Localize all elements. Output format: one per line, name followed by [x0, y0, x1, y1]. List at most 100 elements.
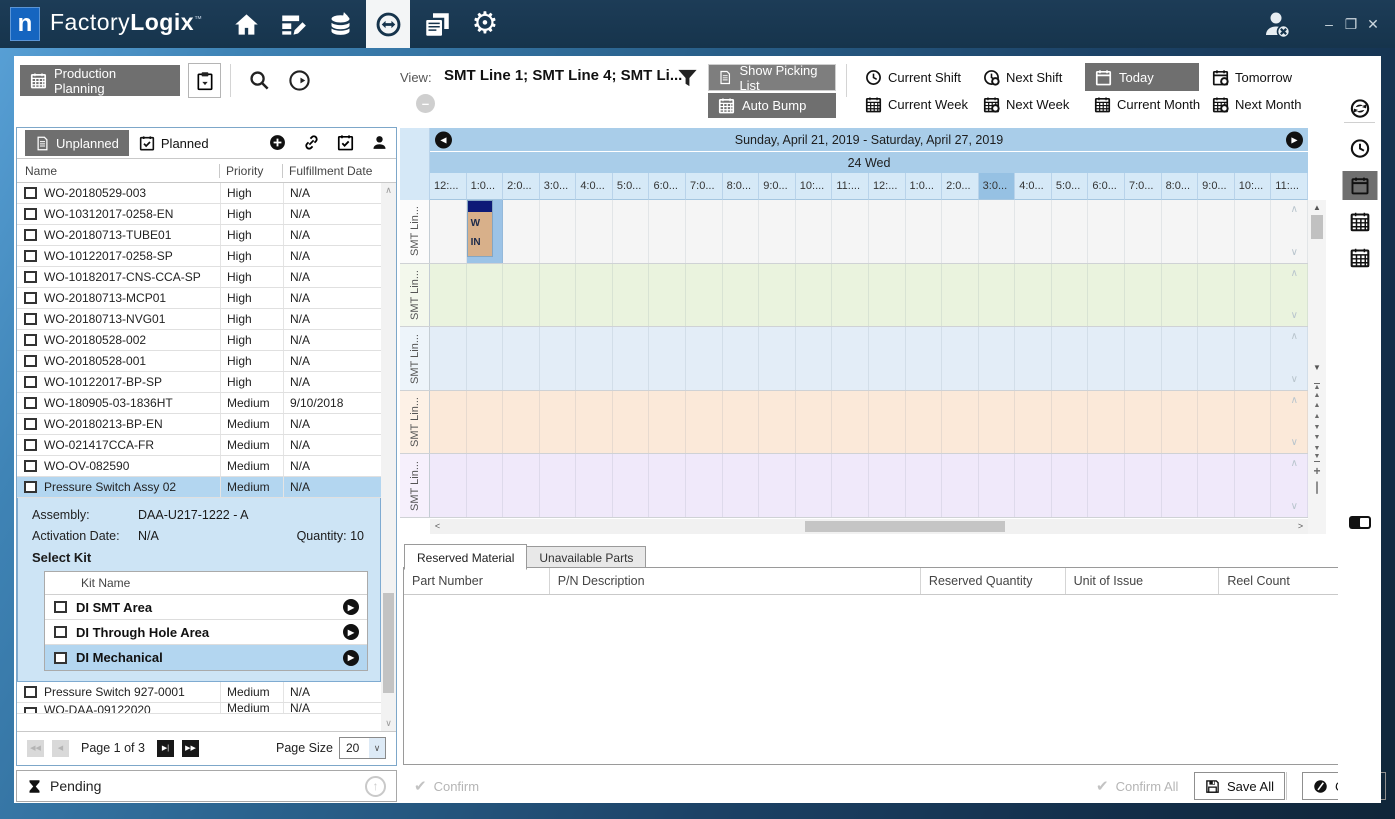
scheduler-icon[interactable]: [366, 0, 410, 48]
schedule-cell[interactable]: [1198, 454, 1235, 517]
schedule-cell[interactable]: [723, 200, 760, 263]
work-instructions-icon[interactable]: [271, 0, 315, 48]
schedule-cell[interactable]: [1088, 200, 1125, 263]
schedule-cell[interactable]: [1125, 454, 1162, 517]
schedule-cell[interactable]: [613, 454, 650, 517]
collapse-up-icon[interactable]: ↑: [365, 776, 386, 797]
time-slot[interactable]: 3:0...: [979, 173, 1016, 200]
schedule-cell[interactable]: [1235, 200, 1272, 263]
minimize-button[interactable]: –: [1319, 16, 1339, 32]
schedule-cell[interactable]: [613, 264, 650, 327]
current-month-button[interactable]: Current Month: [1094, 96, 1200, 113]
schedule-cell[interactable]: [1198, 391, 1235, 454]
row-scroll-down-icon[interactable]: ∨: [1291, 248, 1298, 258]
work-order-row[interactable]: WO-10122017-0258-SPHighN/A: [17, 246, 381, 267]
remove-view-icon[interactable]: –: [416, 94, 435, 113]
schedule-cell[interactable]: [430, 391, 467, 454]
work-order-row[interactable]: WO-021417CCA-FRMediumN/A: [17, 435, 381, 456]
time-slot[interactable]: 9:0...: [759, 173, 796, 200]
time-slot[interactable]: 10:...: [796, 173, 833, 200]
schedule-cell[interactable]: [1162, 200, 1199, 263]
schedule-cell[interactable]: [759, 327, 796, 390]
work-order-row[interactable]: WO-20180213-BP-ENMediumN/A: [17, 414, 381, 435]
home-icon[interactable]: [224, 0, 268, 48]
schedule-cell[interactable]: WIN: [467, 200, 504, 263]
row-scroll-up-icon[interactable]: ∧: [1291, 332, 1298, 342]
work-order-row[interactable]: WO-10122017-BP-SPHighN/A: [17, 372, 381, 393]
checkbox[interactable]: [24, 292, 37, 304]
time-slot[interactable]: 4:0...: [1015, 173, 1052, 200]
schedule-cell[interactable]: [576, 327, 613, 390]
schedule-cell[interactable]: [1125, 327, 1162, 390]
production-planning-button[interactable]: Production Planning: [20, 65, 180, 96]
schedule-cell[interactable]: [576, 391, 613, 454]
schedule-cell[interactable]: [1125, 264, 1162, 327]
kit-open-icon[interactable]: ▶: [343, 624, 359, 640]
view-selector[interactable]: SMT Line 1; SMT Line 4; SMT Li...: [444, 67, 682, 84]
schedule-cell[interactable]: [906, 200, 943, 263]
schedule-cell[interactable]: [1052, 454, 1089, 517]
work-order-row[interactable]: Pressure Switch Assy 02MediumN/A: [17, 477, 381, 498]
schedule-cell[interactable]: [759, 264, 796, 327]
schedule-cell[interactable]: [942, 454, 979, 517]
row-scroll-up-icon[interactable]: ∧: [1291, 459, 1298, 469]
column-p-n-description[interactable]: P/N Description: [550, 568, 921, 594]
assign-person-icon[interactable]: [371, 134, 388, 156]
schedule-cell[interactable]: [540, 200, 577, 263]
schedule-cell[interactable]: [979, 391, 1016, 454]
last-page-button[interactable]: ▶▶: [182, 740, 199, 757]
schedule-cell[interactable]: [1198, 200, 1235, 263]
schedule-cell[interactable]: [869, 391, 906, 454]
search-icon[interactable]: [248, 69, 271, 97]
time-slot[interactable]: 5:0...: [613, 173, 650, 200]
checkbox[interactable]: [24, 334, 37, 346]
scroll-down-icon[interactable]: ▼: [1308, 360, 1326, 374]
schedule-cell[interactable]: [979, 454, 1016, 517]
current-week-button[interactable]: Current Week: [865, 96, 968, 113]
checkbox[interactable]: [24, 187, 37, 199]
schedule-cell[interactable]: [1015, 327, 1052, 390]
checkbox[interactable]: [24, 229, 37, 241]
tab-reserved-material[interactable]: Reserved Material: [404, 544, 527, 570]
schedule-cell[interactable]: [1198, 264, 1235, 327]
vscrollbar-thumb[interactable]: [1311, 215, 1323, 239]
schedule-cell[interactable]: [430, 454, 467, 517]
schedule-cell[interactable]: [430, 327, 467, 390]
kit-row[interactable]: DI SMT Area▶: [45, 595, 367, 620]
schedule-cell[interactable]: [1125, 200, 1162, 263]
schedule-cell[interactable]: [686, 264, 723, 327]
checkbox[interactable]: [24, 250, 37, 262]
checkbox[interactable]: [24, 439, 37, 451]
schedule-cell[interactable]: [832, 264, 869, 327]
schedule-cell[interactable]: [1198, 327, 1235, 390]
checkbox[interactable]: [24, 271, 37, 283]
schedule-cell[interactable]: [906, 391, 943, 454]
time-slot[interactable]: 2:0...: [503, 173, 540, 200]
schedule-cell[interactable]: [979, 264, 1016, 327]
checkbox[interactable]: [24, 418, 37, 430]
work-order-row[interactable]: WO-20180713-TUBE01HighN/A: [17, 225, 381, 246]
time-slot[interactable]: 12:...: [869, 173, 906, 200]
schedule-cell[interactable]: [723, 327, 760, 390]
schedule-cell[interactable]: [1271, 327, 1308, 390]
schedule-cell[interactable]: [1088, 454, 1125, 517]
schedule-cell[interactable]: [503, 327, 540, 390]
schedule-cell[interactable]: [979, 200, 1016, 263]
next-page-button[interactable]: ▶|: [157, 740, 174, 757]
column-name[interactable]: Name: [17, 164, 220, 178]
maximize-button[interactable]: ❐: [1341, 16, 1361, 33]
schedule-cell[interactable]: [649, 391, 686, 454]
page-down-icon[interactable]: ▼: [1314, 434, 1321, 442]
column-part-number[interactable]: Part Number: [404, 568, 550, 594]
schedule-cell[interactable]: [1052, 327, 1089, 390]
zoom-in-icon[interactable]: +: [1313, 465, 1320, 478]
schedule-cell[interactable]: [613, 200, 650, 263]
schedule-cell[interactable]: [723, 454, 760, 517]
schedule-cell[interactable]: [686, 327, 723, 390]
schedule-cell[interactable]: [759, 391, 796, 454]
tab-unplanned[interactable]: Unplanned: [25, 130, 129, 156]
schedule-cell[interactable]: [906, 264, 943, 327]
materials-icon[interactable]: [318, 0, 362, 48]
column-fulfillment-date[interactable]: Fulfillment Date: [283, 164, 381, 178]
schedule-cell[interactable]: [832, 327, 869, 390]
